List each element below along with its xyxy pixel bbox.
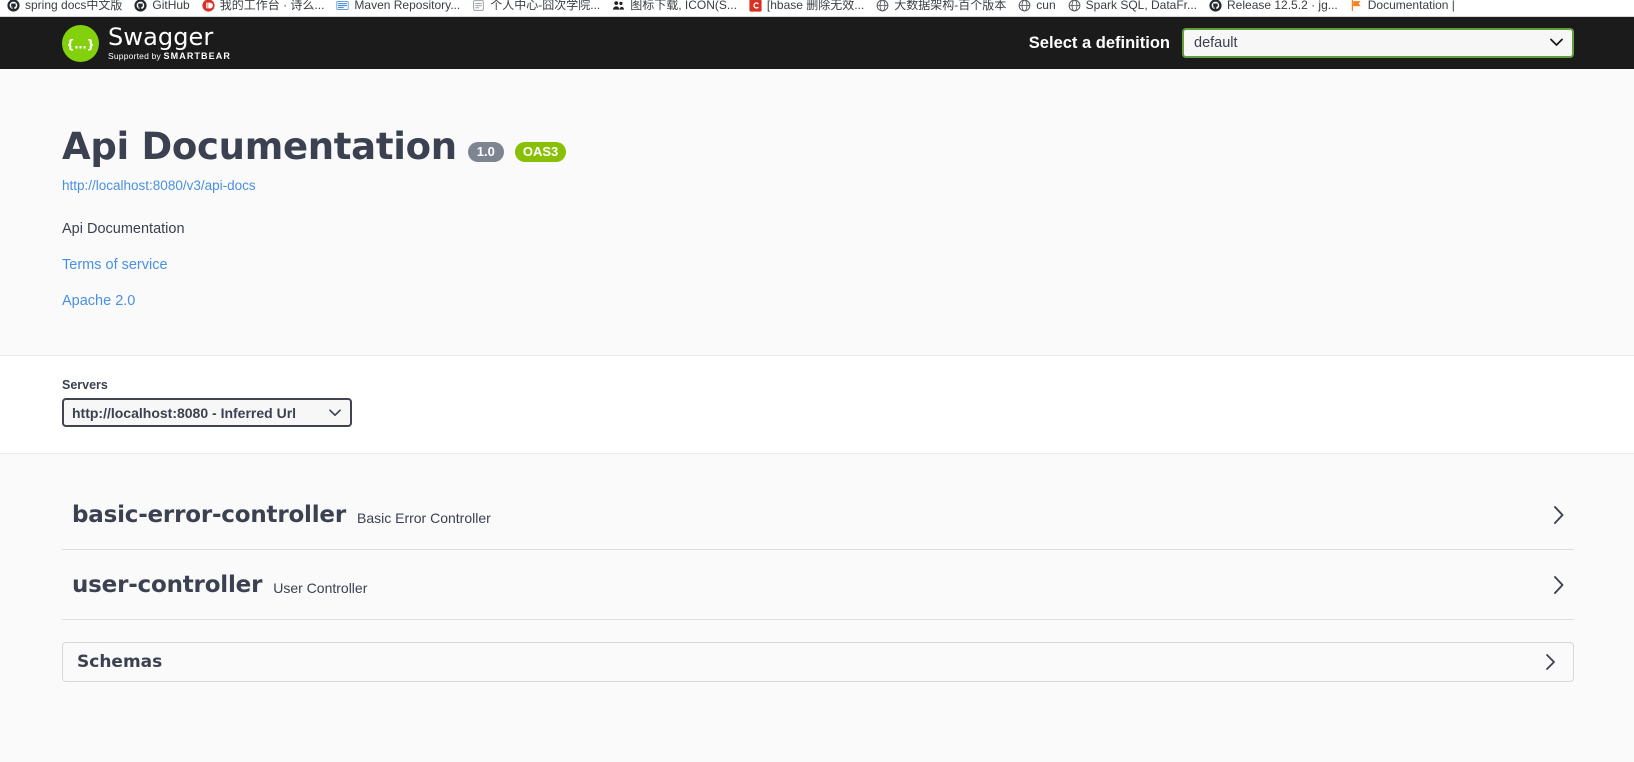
definition-select[interactable]: default xyxy=(1182,28,1574,58)
swagger-topbar: {…} Swagger Supported by SMARTBEAR Selec… xyxy=(0,17,1634,69)
chevron-right-icon[interactable] xyxy=(1551,573,1566,597)
tag-row[interactable]: basic-error-controller Basic Error Contro… xyxy=(62,480,1574,550)
bookmark-item[interactable]: [hbase 删除无效... xyxy=(746,0,873,16)
api-info-section: Api Documentation 1.0 OAS3 http://localh… xyxy=(0,69,1634,356)
bookmark-label: GitHub xyxy=(152,0,190,12)
page-icon xyxy=(472,0,485,12)
license-link[interactable]: Apache 2.0 xyxy=(62,293,1574,309)
github-icon xyxy=(1209,0,1222,12)
bookmark-item[interactable]: GitHub xyxy=(131,0,198,16)
record-icon xyxy=(202,0,215,12)
smartbear-text: SMARTBEAR xyxy=(163,51,231,61)
bookmark-item[interactable]: Spark SQL, DataFr... xyxy=(1065,0,1206,16)
definition-select-wrapper: default xyxy=(1182,28,1574,58)
bookmark-label: 图标下载, ICON(S... xyxy=(630,0,737,12)
flag-icon xyxy=(1350,0,1363,12)
bookmark-label: Maven Repository... xyxy=(354,0,461,12)
github-icon xyxy=(7,0,20,12)
bookmark-label: 大数据架构-百个版本 xyxy=(894,0,1007,12)
oas-version-badge: OAS3 xyxy=(514,141,567,162)
chevron-right-icon[interactable] xyxy=(1551,503,1566,527)
people-icon xyxy=(612,0,625,12)
schemas-title: Schemas xyxy=(77,652,163,672)
version-badge: 1.0 xyxy=(467,141,504,162)
bookmark-item[interactable]: 我的工作台 · 诗么... xyxy=(199,0,334,16)
book-icon xyxy=(336,0,349,12)
globe-icon xyxy=(876,0,889,12)
page-title: Api Documentation xyxy=(62,125,457,168)
tag-row[interactable]: user-controller User Controller xyxy=(62,550,1574,620)
globe-icon xyxy=(1068,0,1081,12)
terms-of-service-link[interactable]: Terms of service xyxy=(62,257,1574,273)
tag-description: Basic Error Controller xyxy=(356,509,491,526)
csdn-icon xyxy=(749,0,762,12)
tag-name: user-controller xyxy=(72,571,263,598)
bookmark-item[interactable]: spring docs中文版 xyxy=(4,0,131,16)
servers-select[interactable]: http://localhost:8080 - Inferred Url xyxy=(62,398,352,427)
globe-icon xyxy=(1018,0,1031,12)
bookmark-label: cun xyxy=(1036,0,1056,12)
bookmark-item[interactable]: 个人中心-囧次学院... xyxy=(469,0,609,16)
supported-by-text: Supported by xyxy=(108,51,161,61)
bookmark-label: 我的工作台 · 诗么... xyxy=(219,0,325,12)
api-description: Api Documentation xyxy=(62,221,185,237)
bookmark-label: Spark SQL, DataFr... xyxy=(1085,0,1198,12)
bookmark-label: Documentation | xyxy=(1367,0,1455,12)
schemas-expand-row[interactable]: Schemas xyxy=(62,642,1574,682)
bookmark-item[interactable]: 图标下载, ICON(S... xyxy=(609,0,746,16)
servers-label: Servers xyxy=(62,378,108,392)
bookmark-item[interactable]: Maven Repository... xyxy=(333,0,469,16)
bookmark-item[interactable]: cun xyxy=(1015,0,1064,16)
swagger-logo-subtitle: Supported by SMARTBEAR xyxy=(108,52,231,61)
tag-description: User Controller xyxy=(273,579,368,596)
github-icon xyxy=(134,0,147,12)
bookmark-item[interactable]: Release 12.5.2 · jg... xyxy=(1206,0,1347,16)
bookmark-item[interactable]: Documentation | xyxy=(1347,0,1464,16)
svg-text:{…}: {…} xyxy=(68,37,93,51)
bookmark-label: [hbase 删除无效... xyxy=(766,0,865,12)
swagger-logo-text: Swagger xyxy=(108,23,214,51)
tag-name: basic-error-controller xyxy=(72,501,346,528)
servers-section: Servers http://localhost:8080 - Inferred… xyxy=(0,356,1634,454)
chevron-right-icon[interactable] xyxy=(1544,652,1557,672)
servers-select-wrapper: http://localhost:8080 - Inferred Url xyxy=(62,398,352,427)
bookmark-label: 个人中心-囧次学院... xyxy=(490,0,601,12)
operations-tags-section: basic-error-controller Basic Error Contro… xyxy=(0,454,1634,620)
bookmark-label: Release 12.5.2 · jg... xyxy=(1227,0,1338,12)
schemas-section: Schemas xyxy=(0,620,1634,682)
definition-selector-group: Select a definition default xyxy=(1029,28,1574,58)
swagger-wordmark: Swagger Supported by SMARTBEAR xyxy=(108,25,231,61)
bookmark-item[interactable]: 大数据架构-百个版本 xyxy=(873,0,1015,16)
select-definition-label: Select a definition xyxy=(1028,33,1170,52)
swagger-logo-icon: {…} xyxy=(62,24,99,62)
browser-bookmarks-bar: spring docs中文版 GitHub 我的工作台 · 诗么... Maven R… xyxy=(0,0,1634,17)
swagger-logo-link[interactable]: {…} Swagger Supported by SMARTBEAR xyxy=(62,24,231,62)
api-docs-url-link[interactable]: http://localhost:8080/v3/api-docs xyxy=(62,178,256,193)
bookmark-label: spring docs中文版 xyxy=(25,0,123,12)
api-title-row: Api Documentation 1.0 OAS3 xyxy=(62,125,1574,168)
